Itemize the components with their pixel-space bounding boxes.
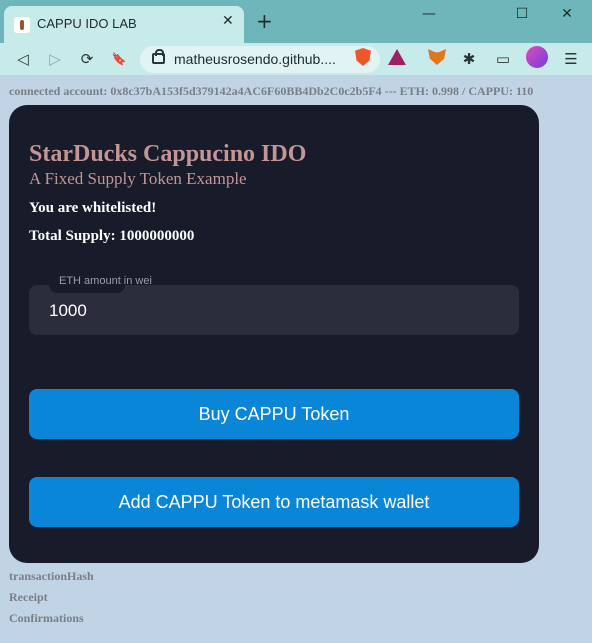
lock-icon — [152, 49, 165, 64]
tab-favicon-icon — [14, 17, 30, 33]
wallet-icon[interactable]: ▭ — [492, 48, 514, 70]
brave-rewards-icon[interactable] — [388, 49, 406, 65]
eth-amount-value[interactable]: 1000 — [49, 301, 87, 321]
page-title: StarDucks Cappucino IDO — [29, 141, 307, 167]
eth-amount-label: ETH amount in wei — [59, 275, 152, 287]
new-tab-button[interactable]: + — [256, 9, 273, 33]
menu-icon[interactable]: ☰ — [560, 48, 582, 70]
eth-amount-input[interactable]: ETH amount in wei 1000 — [29, 275, 519, 335]
address-bar[interactable]: matheusrosendo.github.... — [140, 46, 380, 73]
confirmations-label: Confirmations — [9, 611, 84, 625]
tab-close-icon[interactable]: ✕ — [222, 13, 234, 29]
back-icon[interactable]: ◁ — [12, 48, 34, 70]
ido-card: StarDucks Cappucino IDO A Fixed Supply T… — [9, 105, 539, 563]
close-window-button[interactable]: ✕ — [552, 6, 582, 22]
profile-avatar[interactable] — [526, 46, 548, 68]
buy-cappu-button[interactable]: Buy CAPPU Token — [29, 389, 519, 439]
url-text: matheusrosendo.github.... — [174, 51, 336, 67]
maximize-button[interactable]: ☐ — [507, 6, 537, 22]
tab-title: CAPPU IDO LAB — [37, 16, 137, 31]
page-content: connected account: 0x8c37bA153f5d379142a… — [0, 75, 592, 643]
forward-icon[interactable]: ▷ — [44, 48, 66, 70]
browser-tab[interactable]: CAPPU IDO LAB ✕ — [4, 6, 244, 43]
reload-icon[interactable]: ⟳ — [76, 48, 98, 70]
transaction-hash-label: transactionHash — [9, 569, 94, 583]
whitelist-status: You are whitelisted! — [29, 200, 157, 216]
page-subtitle: A Fixed Supply Token Example — [29, 169, 247, 188]
receipt-label: Receipt — [9, 590, 48, 604]
extensions-icon[interactable]: ✱ — [458, 48, 480, 70]
minimize-button[interactable]: — — [414, 6, 444, 22]
bookmark-icon[interactable]: 🔖 — [108, 48, 130, 70]
add-to-metamask-button[interactable]: Add CAPPU Token to metamask wallet — [29, 477, 519, 527]
browser-titlebar: CAPPU IDO LAB ✕ + — ☐ ✕ — [0, 0, 592, 43]
browser-toolbar: ◁ ▷ ⟳ 🔖 matheusrosendo.github.... ✱ ▭ ☰ — [0, 43, 592, 75]
connected-account-status: connected account: 0x8c37bA153f5d379142a… — [9, 84, 534, 98]
total-supply: Total Supply: 1000000000 — [29, 228, 195, 244]
